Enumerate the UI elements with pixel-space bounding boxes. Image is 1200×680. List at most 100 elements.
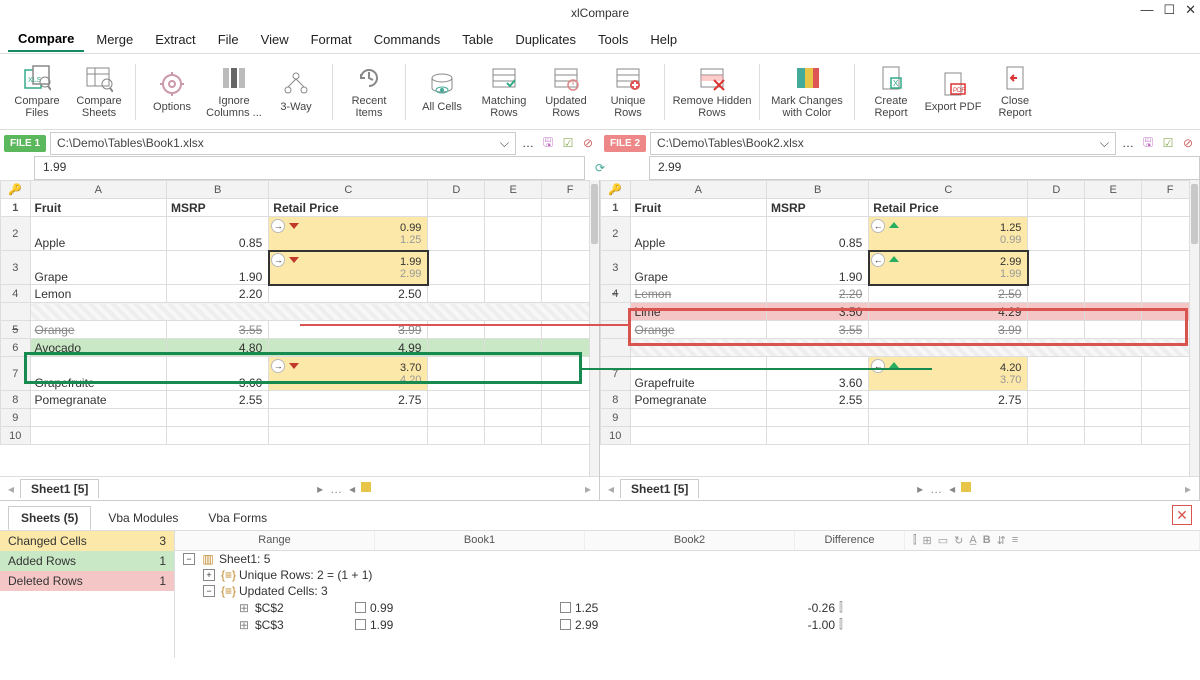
menu-merge[interactable]: Merge (86, 28, 143, 51)
remove-hidden-button[interactable]: Remove Hidden Rows (672, 58, 752, 126)
column-header[interactable]: E (1085, 181, 1142, 199)
detail-row[interactable]: −▥Sheet1: 5 (175, 551, 1200, 567)
summary-changed[interactable]: Changed Cells3 (0, 531, 174, 551)
file2-check-icon[interactable]: ☑ (1160, 135, 1176, 151)
unique-rows-button[interactable]: Unique Rows (599, 58, 657, 126)
sync-icon[interactable]: ⟳ (595, 161, 605, 175)
detail-row[interactable]: ⊞ $C$2 0.99 1.25 -0.26⫿ (175, 599, 1200, 616)
menu-commands[interactable]: Commands (364, 28, 450, 51)
column-header[interactable]: C (269, 181, 428, 199)
checkbox[interactable] (355, 619, 366, 630)
create-report-button[interactable]: XCreate Report (862, 58, 920, 126)
file1-save-icon[interactable]: 🖫 (540, 135, 556, 151)
checkbox[interactable] (560, 602, 571, 613)
left-scrollbar[interactable] (589, 180, 599, 476)
compare-files-button[interactable]: XLSCompare Files (8, 58, 66, 126)
diff-cell[interactable]: ←1.250.99 (869, 217, 1028, 251)
tool-icon[interactable]: B (983, 534, 991, 547)
options-button[interactable]: Options (143, 58, 201, 126)
scroll-right-icon[interactable]: ▸ (1185, 482, 1191, 496)
column-header[interactable]: B (166, 181, 268, 199)
recent-items-button[interactable]: Recent Items (340, 58, 398, 126)
tab-vba-modules[interactable]: Vba Modules (95, 506, 191, 530)
right-scrollbar[interactable] (1189, 180, 1199, 476)
collapse-icon[interactable]: − (203, 585, 215, 597)
diff-cell[interactable]: →0.991.25 (269, 217, 428, 251)
column-header[interactable]: E (485, 181, 542, 199)
file1-close-icon[interactable]: ⊘ (580, 135, 596, 151)
tool-icon[interactable]: ⇵ (997, 534, 1006, 547)
diff-cell[interactable]: ←4.203.70 (869, 357, 1028, 391)
close-icon[interactable]: ✕ (1185, 2, 1196, 18)
tool-icon[interactable]: ↻ (954, 534, 963, 547)
ignore-columns-button[interactable]: Ignore Columns ... (205, 58, 263, 126)
file2-close-icon[interactable]: ⊘ (1180, 135, 1196, 151)
checkbox[interactable] (560, 619, 571, 630)
column-header[interactable]: D (1028, 181, 1085, 199)
tab-next-icon[interactable]: ▸ (313, 482, 327, 496)
column-header[interactable]: A (630, 181, 766, 199)
menu-duplicates[interactable]: Duplicates (505, 28, 586, 51)
detail-row[interactable]: −{≡}Updated Cells: 3 (175, 583, 1200, 599)
tab-next-icon[interactable]: ▸ (913, 482, 927, 496)
column-header[interactable]: A (30, 181, 166, 199)
file2-save-icon[interactable]: 🖫 (1140, 135, 1156, 151)
file1-more-icon[interactable]: … (520, 135, 536, 151)
tool-icon[interactable]: ⊞ (923, 534, 932, 547)
all-cells-button[interactable]: All Cells (413, 58, 471, 126)
menu-tools[interactable]: Tools (588, 28, 638, 51)
diff-cell[interactable]: →1.992.99 (269, 251, 428, 285)
tab-prev-icon[interactable]: ◂ (8, 482, 14, 496)
column-header[interactable]: C (869, 181, 1028, 199)
diff-cell[interactable]: →3.704.20 (269, 357, 428, 391)
scroll-right-icon[interactable]: ▸ (585, 482, 591, 496)
column-header[interactable]: B (766, 181, 868, 199)
menu-help[interactable]: Help (640, 28, 687, 51)
close-report-button[interactable]: Close Report (986, 58, 1044, 126)
file1-check-icon[interactable]: ☑ (560, 135, 576, 151)
updated-rows-button[interactable]: Updated Rows (537, 58, 595, 126)
file1-formula-bar[interactable]: 1.99 (34, 156, 585, 180)
diff-cell[interactable]: ←2.991.99 (869, 251, 1028, 285)
checkbox[interactable] (355, 602, 366, 613)
scroll-left-icon[interactable]: ◂ (945, 482, 959, 496)
right-grid[interactable]: 🔑ABCDEF1FruitMSRPRetail Price2Apple0.85←… (600, 180, 1199, 445)
detail-row[interactable]: ⊞ $C$3 1.99 2.99 -1.00⫿ (175, 616, 1200, 633)
chevron-down-icon[interactable]: ⌵ (1100, 136, 1109, 151)
maximize-icon[interactable]: ☐ (1163, 2, 1175, 18)
expand-icon[interactable]: + (203, 569, 215, 581)
menu-extract[interactable]: Extract (145, 28, 205, 51)
minimize-icon[interactable]: — (1140, 2, 1153, 18)
matching-rows-button[interactable]: Matching Rows (475, 58, 533, 126)
file1-path-input[interactable]: C:\Demo\Tables\Book1.xlsx⌵ (50, 132, 516, 155)
compare-sheets-button[interactable]: Compare Sheets (70, 58, 128, 126)
right-sheet-tab[interactable]: Sheet1 [5] (620, 479, 699, 498)
left-sheet-tab[interactable]: Sheet1 [5] (20, 479, 99, 498)
tool-icon[interactable]: A̲ (969, 534, 976, 547)
tool-icon[interactable]: ▭ (938, 534, 948, 547)
tab-prev-icon[interactable]: ◂ (608, 482, 614, 496)
chevron-down-icon[interactable]: ⌵ (500, 136, 509, 151)
menu-view[interactable]: View (251, 28, 299, 51)
file2-more-icon[interactable]: … (1120, 135, 1136, 151)
file2-path-input[interactable]: C:\Demo\Tables\Book2.xlsx⌵ (650, 132, 1116, 155)
tool-icon[interactable]: ≡ (1012, 534, 1018, 547)
tool-icon[interactable]: ⫿ (913, 534, 917, 547)
scroll-left-icon[interactable]: ◂ (345, 482, 359, 496)
3way-button[interactable]: 3-Way (267, 58, 325, 126)
tab-vba-forms[interactable]: Vba Forms (195, 506, 280, 530)
detail-row[interactable]: +{≡}Unique Rows: 2 = (1 + 1) (175, 567, 1200, 583)
menu-compare[interactable]: Compare (8, 27, 84, 52)
summary-added[interactable]: Added Rows1 (0, 551, 174, 571)
menu-file[interactable]: File (208, 28, 249, 51)
column-header[interactable]: D (428, 181, 485, 199)
left-grid[interactable]: 🔑ABCDEF1FruitMSRPRetail Price2Apple0.85→… (0, 180, 599, 445)
export-pdf-button[interactable]: PDFExport PDF (924, 58, 982, 126)
collapse-icon[interactable]: − (183, 553, 195, 565)
summary-deleted[interactable]: Deleted Rows1 (0, 571, 174, 591)
close-bottom-panel-button[interactable]: ✕ (1172, 505, 1192, 525)
menu-table[interactable]: Table (452, 28, 503, 51)
menu-format[interactable]: Format (301, 28, 362, 51)
file2-formula-bar[interactable]: 2.99 (649, 156, 1200, 180)
mark-changes-button[interactable]: Mark Changes with Color (767, 58, 847, 126)
